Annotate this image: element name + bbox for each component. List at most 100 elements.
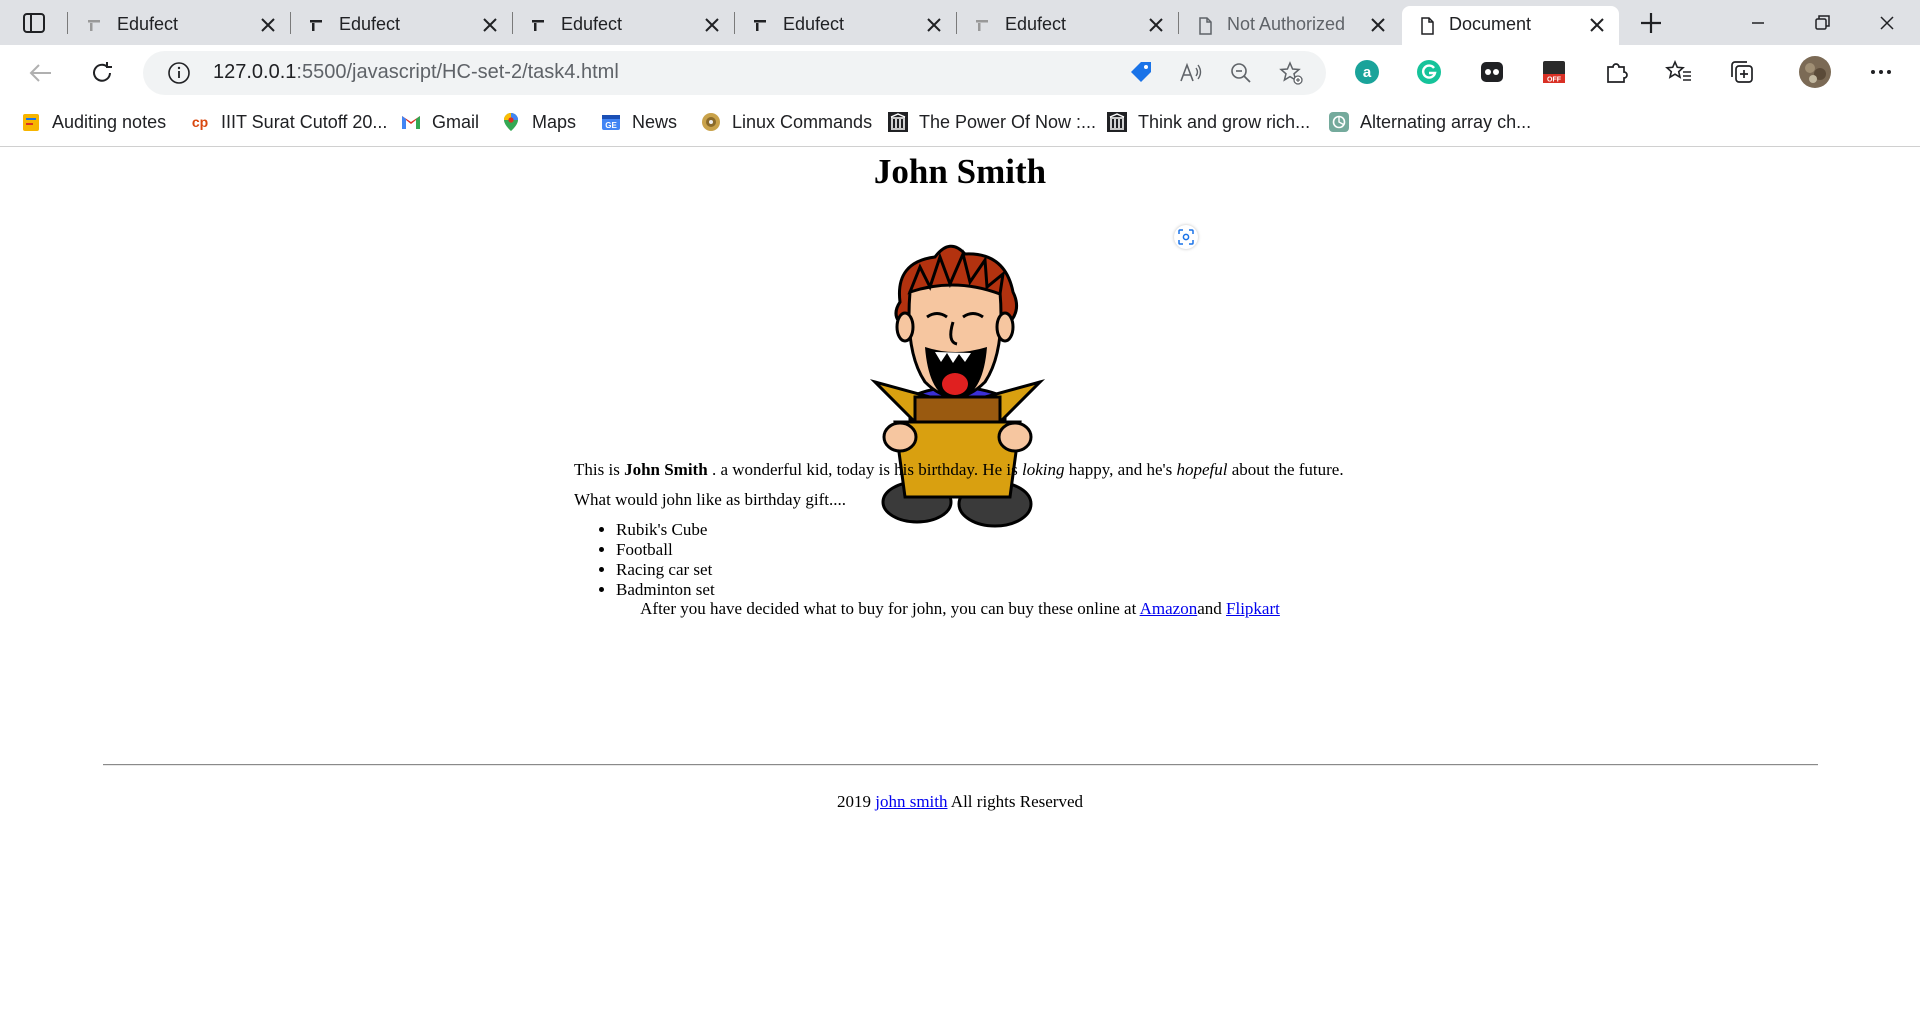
extension-a-icon[interactable]: a xyxy=(1352,57,1382,87)
buy-and-text: and xyxy=(1197,599,1227,618)
bookmark-label: The Power Of Now :... xyxy=(919,111,1097,132)
close-icon[interactable] xyxy=(924,15,944,35)
bookmark-label: IIIT Surat Cutoff 20... xyxy=(221,111,388,132)
disc-icon xyxy=(702,113,720,131)
footer-author-link[interactable]: john smith xyxy=(875,792,947,811)
visual-search-icon[interactable] xyxy=(1174,225,1198,249)
close-icon[interactable] xyxy=(258,15,278,35)
tab-edufect-4[interactable]: Edufect xyxy=(736,6,956,45)
tab-actions-button[interactable] xyxy=(14,8,54,38)
favorites-icon[interactable] xyxy=(1664,57,1694,87)
edufect-icon xyxy=(532,20,544,31)
horizontal-rule xyxy=(103,764,1818,766)
bookmark-iiit-surat[interactable]: cp IIIT Surat Cutoff 20... xyxy=(189,109,388,135)
footer: 2019 john smith All rights Reserved xyxy=(0,792,1920,812)
cp-icon: cp xyxy=(192,114,208,130)
bookmark-label: Alternating array ch... xyxy=(1360,111,1532,132)
flipkart-link[interactable]: Flipkart xyxy=(1226,599,1280,618)
bookmark-auditing-notes[interactable]: Auditing notes xyxy=(20,109,166,135)
tab-title: Edufect xyxy=(783,14,845,34)
library-icon xyxy=(888,112,908,132)
zoom-out-icon[interactable] xyxy=(1228,60,1254,86)
restore-icon[interactable] xyxy=(1797,6,1847,40)
bookmark-think-and-grow-rich[interactable]: Think and grow rich... xyxy=(1106,109,1310,135)
bookmark-label: Gmail xyxy=(432,111,480,132)
new-tab-icon[interactable] xyxy=(1631,6,1671,40)
collections-icon[interactable] xyxy=(1727,57,1757,87)
tab-document[interactable]: Document xyxy=(1402,6,1619,45)
browser-toolbar: 127.0.0.1:5500/javascript/HC-set-2/task4… xyxy=(0,45,1920,100)
extensions-puzzle-icon[interactable] xyxy=(1602,57,1632,87)
bookmark-power-of-now[interactable]: The Power Of Now :... xyxy=(887,109,1096,135)
intro-text: about the future. xyxy=(1227,460,1344,479)
intro-paragraph: This is John Smith . a wonderful kid, to… xyxy=(574,460,1344,480)
refresh-icon xyxy=(93,62,112,82)
tab-not-authorized[interactable]: Not Authorized xyxy=(1180,6,1400,45)
intro-emphasis: hopeful xyxy=(1176,460,1228,479)
news-icon: GE xyxy=(602,115,620,130)
edufect-icon xyxy=(754,20,766,31)
add-favorite-icon[interactable] xyxy=(1278,60,1304,86)
read-aloud-icon[interactable] xyxy=(1178,60,1204,86)
intro-name: John Smith xyxy=(624,460,708,479)
tab-edufect-1[interactable]: Edufect xyxy=(70,6,290,45)
url-path: :5500/javascript/HC-set-2/task4.html xyxy=(296,61,619,83)
profile-avatar-icon[interactable] xyxy=(1798,55,1832,89)
page-icon xyxy=(1199,17,1212,35)
close-window-icon[interactable] xyxy=(1862,6,1912,40)
bookmark-label: Auditing notes xyxy=(52,111,167,132)
gmail-icon xyxy=(402,116,420,129)
more-menu-icon[interactable] xyxy=(1866,57,1896,87)
edufect-icon xyxy=(976,20,988,31)
bookmark-gmail[interactable]: Gmail xyxy=(400,109,479,135)
grammarly-icon[interactable] xyxy=(1414,57,1444,87)
close-icon[interactable] xyxy=(1587,15,1607,35)
tab-edufect-2[interactable]: Edufect xyxy=(292,6,512,45)
bookmark-news[interactable]: GE News xyxy=(600,109,677,135)
refresh-button[interactable] xyxy=(82,53,122,93)
coupon-tag-icon[interactable] xyxy=(1128,60,1154,86)
close-icon[interactable] xyxy=(702,15,722,35)
library-icon xyxy=(1107,112,1127,132)
close-icon[interactable] xyxy=(1146,15,1166,35)
buy-online-line: After you have decided what to buy for j… xyxy=(0,599,1920,619)
svg-text:OFF: OFF xyxy=(1547,77,1562,84)
bookmark-alternating-array[interactable]: Alternating array ch... xyxy=(1328,109,1531,135)
intro-text: This is xyxy=(574,460,625,479)
tab-separator xyxy=(956,12,957,34)
amazon-link[interactable]: Amazon xyxy=(1140,599,1198,618)
back-arrow-icon xyxy=(29,64,51,82)
list-item: Rubik's Cube xyxy=(616,520,715,540)
tab-title: Document xyxy=(1449,14,1532,34)
intro-text: happy, and he's xyxy=(1064,460,1177,479)
maps-icon xyxy=(504,113,518,131)
extension-dice-icon[interactable] xyxy=(1477,57,1507,87)
tab-edufect-3[interactable]: Edufect xyxy=(514,6,734,45)
tab-edufect-5[interactable]: Edufect xyxy=(958,6,1178,45)
intro-emphasis: loking xyxy=(1021,460,1065,479)
tab-title: Not Authorized xyxy=(1227,14,1346,34)
bookmark-maps[interactable]: Maps xyxy=(500,109,576,135)
svg-text:cp: cp xyxy=(192,114,208,130)
bookmark-label: News xyxy=(632,111,678,132)
tab-title: Edufect xyxy=(117,14,179,34)
page-content: John Smith This is John Smith . a wonder… xyxy=(0,147,1920,1030)
openai-icon xyxy=(1329,112,1349,132)
minimize-icon[interactable] xyxy=(1733,6,1783,40)
back-button[interactable] xyxy=(20,53,60,93)
bookmark-label: Think and grow rich... xyxy=(1138,111,1311,132)
address-bar[interactable]: 127.0.0.1:5500/javascript/HC-set-2/task4… xyxy=(143,51,1326,95)
coupon-off-icon[interactable]: OFF xyxy=(1539,57,1569,87)
info-icon[interactable] xyxy=(167,61,191,85)
bookmark-linux-commands[interactable]: Linux Commands xyxy=(700,109,872,135)
tab-separator xyxy=(67,12,68,34)
page-icon xyxy=(1421,17,1434,35)
close-icon[interactable] xyxy=(1368,15,1388,35)
tab-title: Edufect xyxy=(1005,14,1067,34)
vertical-tabs-icon xyxy=(23,13,45,33)
tab-separator xyxy=(290,12,291,34)
tab-separator xyxy=(1178,12,1179,34)
close-icon[interactable] xyxy=(480,15,500,35)
gift-question: What would john like as birthday gift...… xyxy=(574,490,846,509)
url-text[interactable]: 127.0.0.1:5500/javascript/HC-set-2/task4… xyxy=(213,61,619,84)
